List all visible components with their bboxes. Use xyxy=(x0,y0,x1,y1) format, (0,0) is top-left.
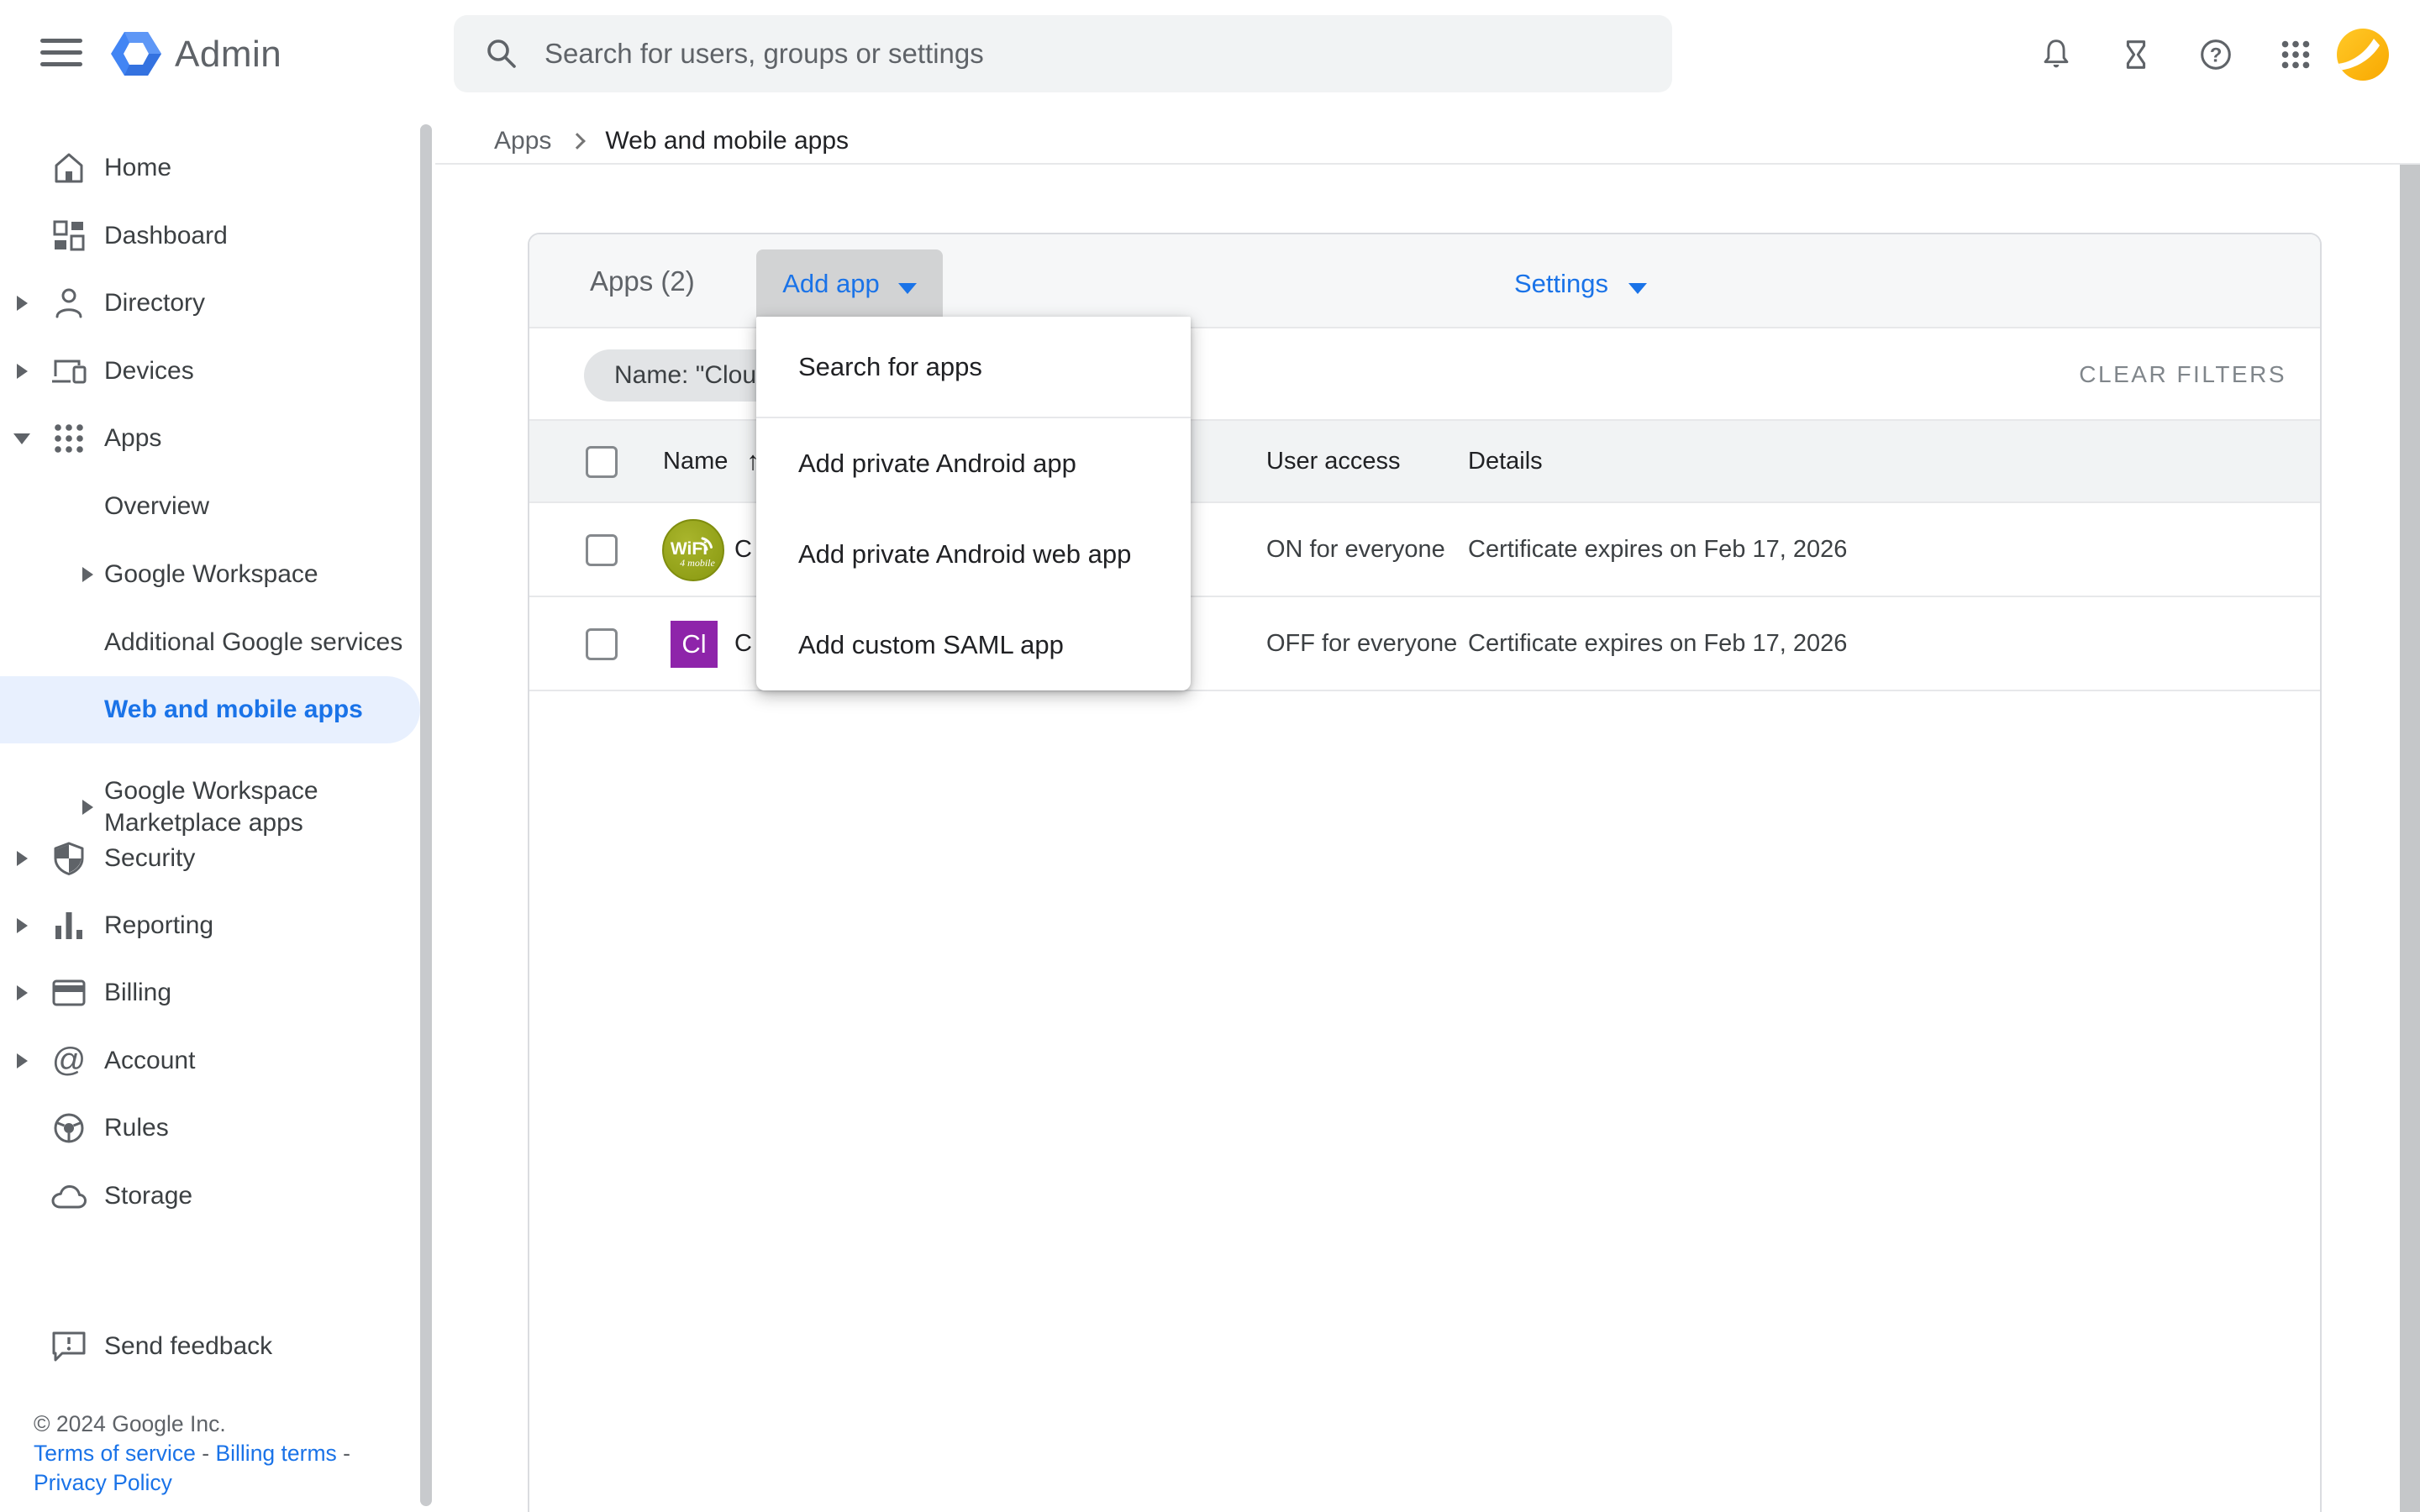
add-app-dropdown-menu: Search for apps Add private Android app … xyxy=(756,317,1191,690)
sidebar-item-reporting[interactable]: Reporting xyxy=(0,892,420,959)
cloud-icon xyxy=(49,1176,89,1216)
page-scrollbar[interactable] xyxy=(2400,165,2420,1512)
at-sign-icon: @ xyxy=(49,1041,89,1081)
sidebar-item-apps[interactable]: Apps xyxy=(0,405,420,472)
app-name[interactable]: C xyxy=(734,597,752,690)
column-header-details[interactable]: Details xyxy=(1468,421,1543,501)
notifications-bell-icon[interactable] xyxy=(2037,35,2075,74)
menu-item-add-custom-saml-app[interactable]: Add custom SAML app xyxy=(756,600,1191,690)
account-avatar[interactable] xyxy=(2337,29,2389,81)
search-input[interactable] xyxy=(544,38,1672,70)
breadcrumb-apps[interactable]: Apps xyxy=(494,127,551,155)
column-header-user-access[interactable]: User access xyxy=(1266,421,1401,501)
expand-arrow-icon[interactable] xyxy=(17,364,28,379)
sidebar-item-web-and-mobile-apps[interactable]: Web and mobile apps xyxy=(0,676,420,743)
svg-text:4 mobile: 4 mobile xyxy=(680,557,715,569)
sidebar-item-additional-google-services[interactable]: Additional Google services xyxy=(0,609,420,676)
column-header-name[interactable]: Name ↑ xyxy=(663,421,760,501)
terms-of-service-link[interactable]: Terms of service xyxy=(34,1441,196,1466)
cl-initials-badge-icon: Cl xyxy=(671,621,718,668)
google-admin-logo-icon xyxy=(108,25,165,82)
chevron-down-icon xyxy=(898,283,917,294)
menu-item-add-private-android-app[interactable]: Add private Android app xyxy=(756,418,1191,509)
svg-text:?: ? xyxy=(2210,45,2223,67)
dashboard-icon xyxy=(49,216,89,256)
send-feedback-button[interactable]: Send feedback xyxy=(0,1313,420,1380)
collapse-arrow-icon[interactable] xyxy=(13,433,30,444)
sidebar-item-google-workspace[interactable]: Google Workspace xyxy=(0,541,420,608)
sidebar-item-billing[interactable]: Billing xyxy=(0,959,420,1026)
person-icon xyxy=(49,283,89,323)
credit-card-icon xyxy=(49,973,89,1013)
page-title: Web and mobile apps xyxy=(605,127,849,155)
billing-terms-link[interactable]: Billing terms xyxy=(215,1441,336,1466)
details-value: Certificate expires on Feb 17, 2026 xyxy=(1468,503,1847,596)
sidebar-item-dashboard[interactable]: Dashboard xyxy=(0,202,420,270)
expand-arrow-icon[interactable] xyxy=(17,918,28,933)
menu-item-add-private-android-web-app[interactable]: Add private Android web app xyxy=(756,509,1191,600)
global-search-bar[interactable] xyxy=(454,15,1672,92)
select-all-checkbox[interactable] xyxy=(586,446,618,478)
chevron-down-icon xyxy=(1628,283,1647,294)
expand-arrow-icon[interactable] xyxy=(17,1053,28,1068)
expand-arrow-icon[interactable] xyxy=(17,985,28,1000)
breadcrumb: Apps Web and mobile apps xyxy=(494,118,849,165)
devices-icon xyxy=(49,351,89,391)
divider xyxy=(435,163,2420,165)
apps-grid-icon xyxy=(49,418,89,459)
sidebar-nav: Home Dashboard Directory Devices xyxy=(0,109,434,1512)
home-icon xyxy=(49,148,89,188)
expand-arrow-icon[interactable] xyxy=(82,800,93,815)
user-access-value: OFF for everyone xyxy=(1266,597,1457,690)
sidebar-item-home[interactable]: Home xyxy=(0,134,420,202)
expand-arrow-icon[interactable] xyxy=(82,567,93,582)
hourglass-tasks-icon[interactable] xyxy=(2117,35,2155,74)
help-icon[interactable]: ? xyxy=(2196,35,2235,74)
app-name[interactable]: C xyxy=(734,503,752,596)
sidebar-scrollbar[interactable] xyxy=(420,124,432,1506)
expand-arrow-icon[interactable] xyxy=(17,296,28,311)
shield-icon xyxy=(49,838,89,879)
sidebar-item-account[interactable]: @ Account xyxy=(0,1027,420,1095)
sidebar-item-security[interactable]: Security xyxy=(0,825,420,892)
copyright-text: © 2024 Google Inc. xyxy=(34,1410,395,1439)
sidebar-item-devices[interactable]: Devices xyxy=(0,338,420,405)
settings-button[interactable]: Settings xyxy=(1492,249,1669,318)
search-icon xyxy=(482,34,521,73)
chevron-right-icon xyxy=(569,133,586,150)
apps-count-label: Apps (2) xyxy=(590,234,695,328)
svg-text:@: @ xyxy=(52,1042,87,1079)
sidebar-footer: © 2024 Google Inc. Terms of service - Bi… xyxy=(34,1410,395,1498)
bar-chart-icon xyxy=(49,906,89,946)
top-app-bar: Admin ? xyxy=(0,0,2420,109)
wifi-4-mobile-logo-icon: WiFi 4 mobile xyxy=(662,519,724,581)
menu-item-search-for-apps[interactable]: Search for apps xyxy=(756,317,1191,417)
feedback-icon xyxy=(49,1326,89,1367)
steering-wheel-icon xyxy=(49,1108,89,1148)
apps-grid-icon[interactable] xyxy=(2276,35,2315,74)
sidebar-item-overview[interactable]: Overview xyxy=(0,473,420,540)
sidebar-item-rules[interactable]: Rules xyxy=(0,1095,420,1162)
product-title: Admin xyxy=(175,0,281,109)
sidebar-item-directory[interactable]: Directory xyxy=(0,270,420,337)
privacy-policy-link[interactable]: Privacy Policy xyxy=(34,1470,172,1495)
row-checkbox[interactable] xyxy=(586,628,618,660)
user-access-value: ON for everyone xyxy=(1266,503,1445,596)
details-value: Certificate expires on Feb 17, 2026 xyxy=(1468,597,1847,690)
row-checkbox[interactable] xyxy=(586,534,618,566)
menu-icon[interactable] xyxy=(40,39,82,71)
expand-arrow-icon[interactable] xyxy=(17,851,28,866)
clear-filters-button[interactable]: CLEAR FILTERS xyxy=(2079,328,2286,421)
sidebar-item-storage[interactable]: Storage xyxy=(0,1163,420,1230)
svg-text:WiFi: WiFi xyxy=(671,539,708,559)
add-app-button[interactable]: Add app xyxy=(756,249,943,318)
apps-toolbar: Apps (2) Add app Settings xyxy=(529,234,2320,328)
